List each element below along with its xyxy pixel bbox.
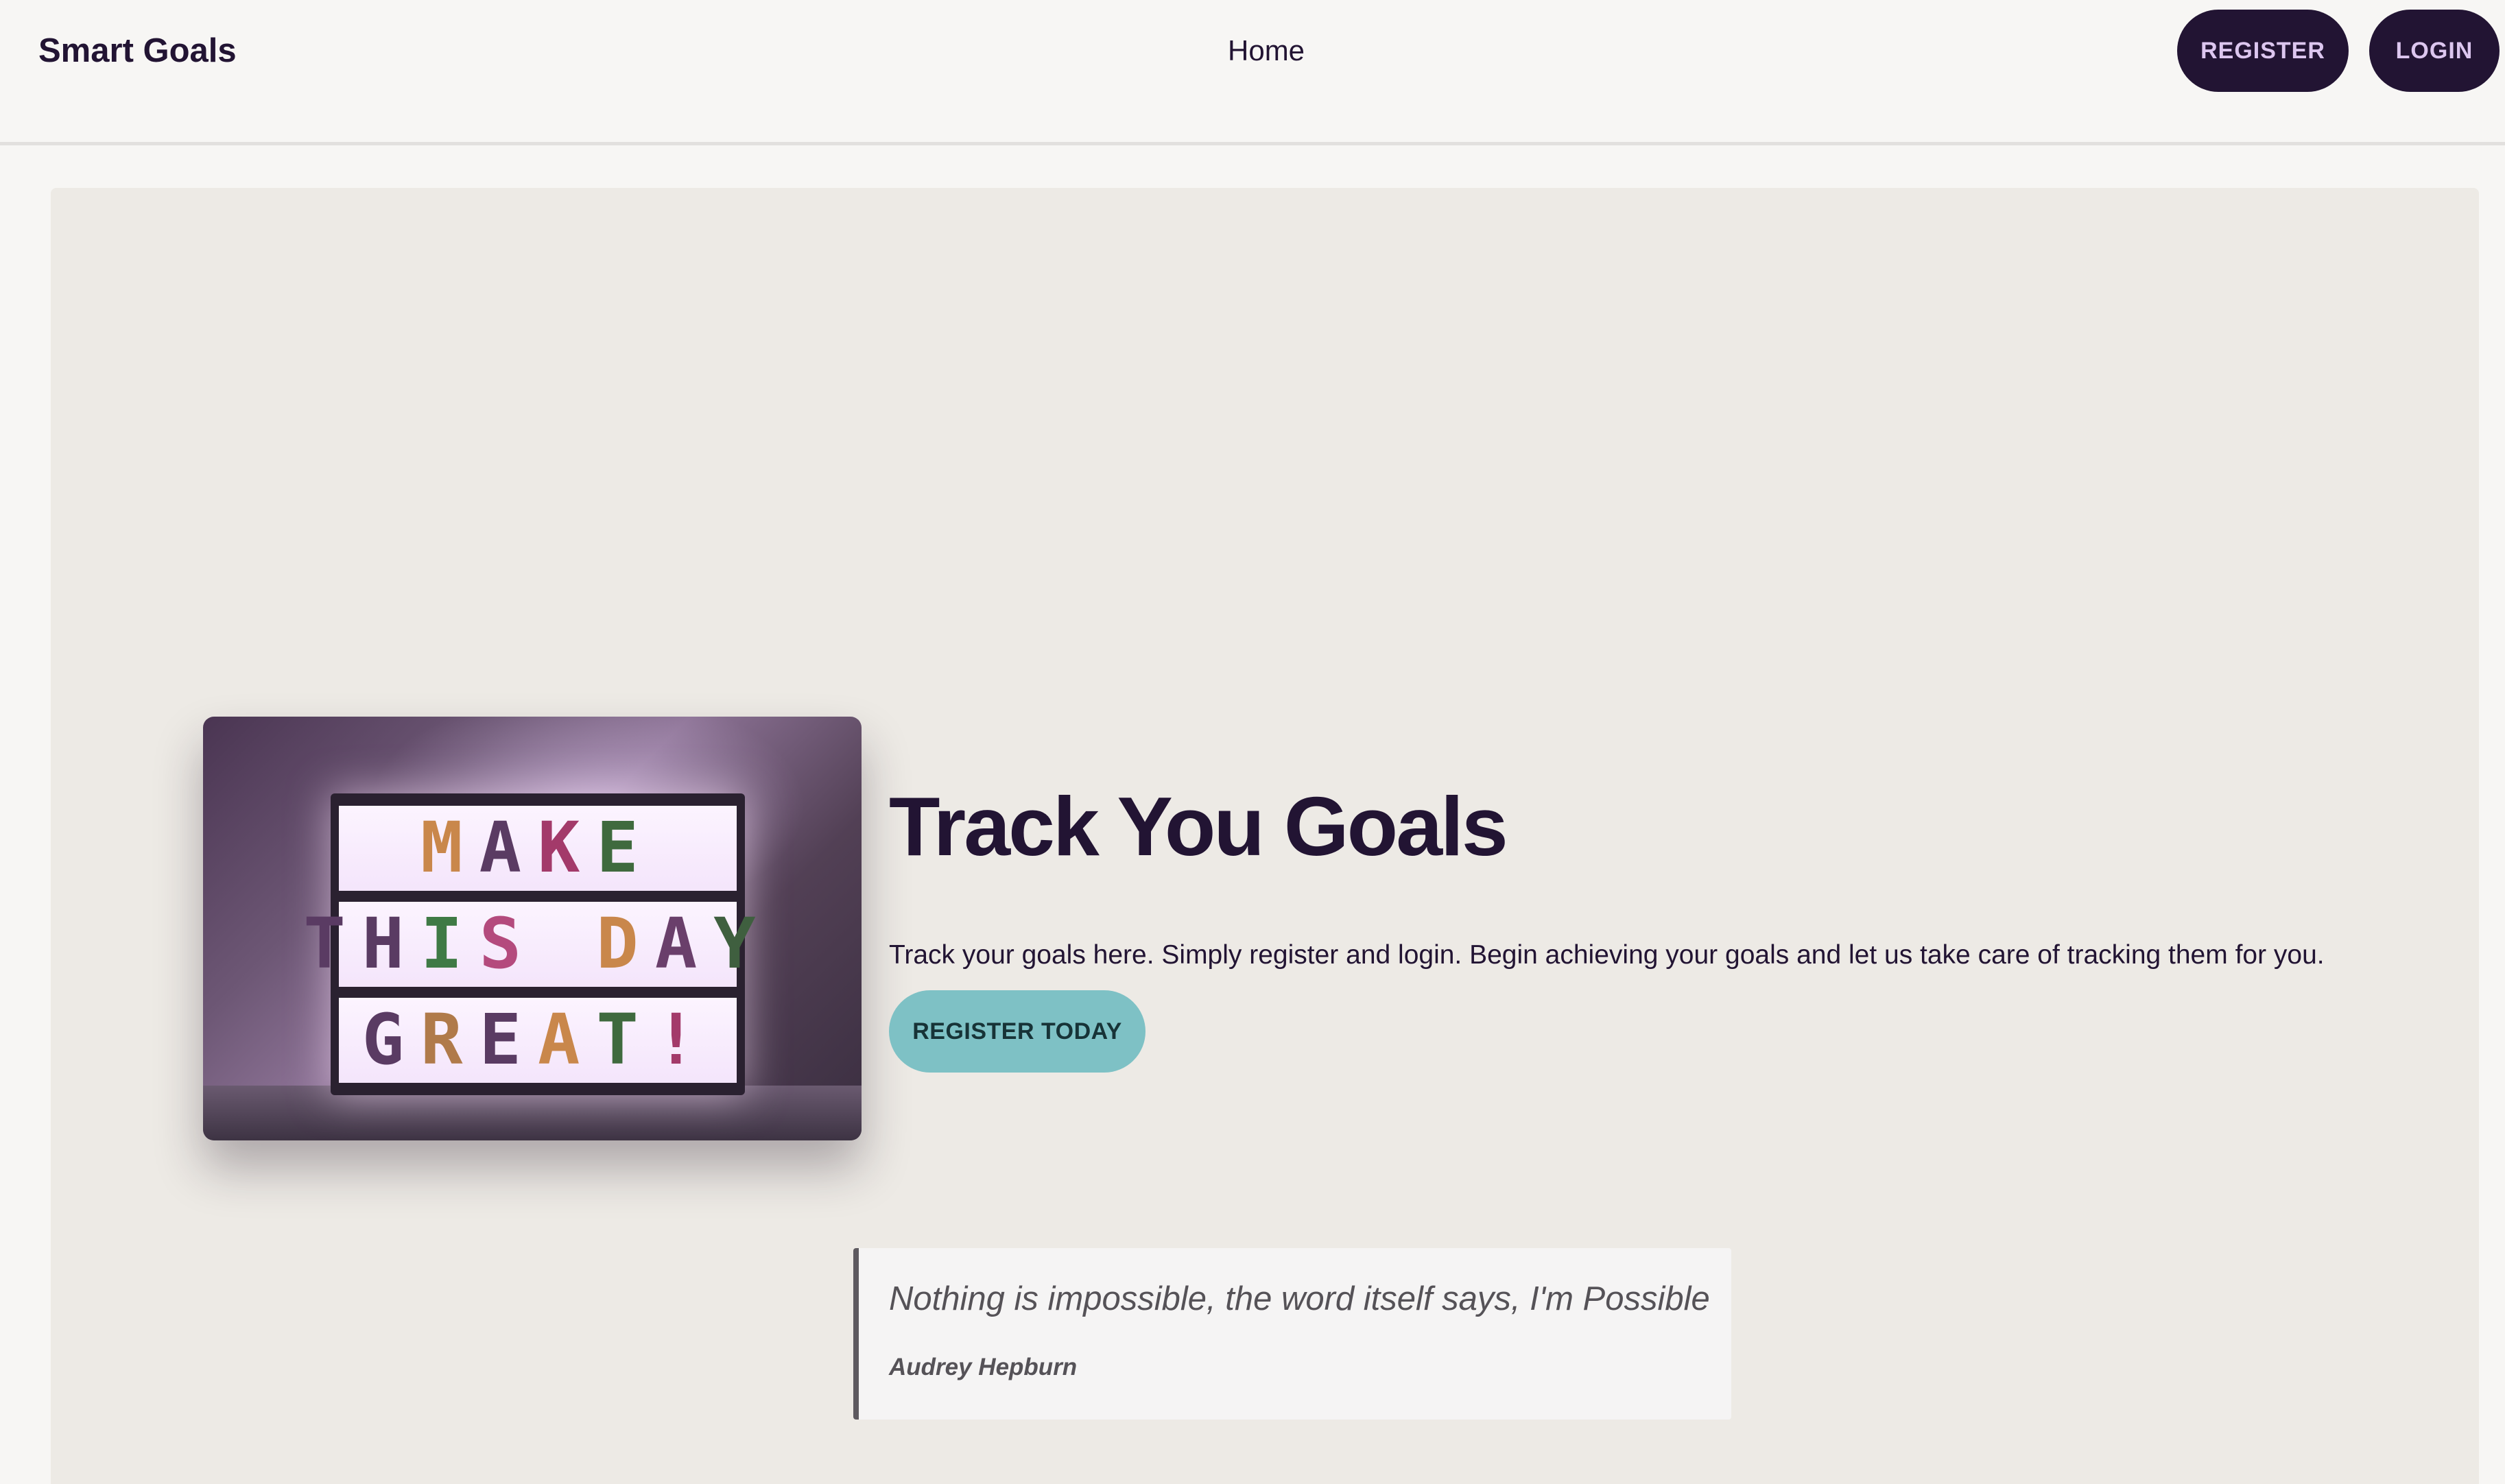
lightbox-letter: K [538, 807, 597, 889]
register-today-button[interactable]: REGISTER TODAY [889, 990, 1145, 1073]
lightbox-letter [538, 909, 596, 979]
login-button[interactable]: LOGIN [2369, 10, 2500, 92]
lightbox-letter: T [596, 999, 655, 1081]
lightbox-letter: A [538, 999, 597, 1081]
register-button[interactable]: REGISTER [2177, 10, 2349, 92]
lightbox-letter: S [479, 903, 538, 985]
hero-title: Track You Goals [889, 780, 1508, 873]
lightbox-row-1: MAKE [339, 806, 737, 891]
lightbox-letter: T [303, 903, 362, 985]
nav-home-link[interactable]: Home [1228, 30, 1305, 71]
lightbox-letter: Y [713, 903, 772, 985]
lightbox-sign: MAKE THIS DAY G R E A T! [303, 793, 756, 1095]
lightbox-letter: G [361, 999, 421, 1081]
hero-image: MAKE THIS DAY G R E A T! [203, 717, 862, 1140]
lightbox-letter: H [361, 903, 421, 985]
lightbox-letter: M [420, 807, 479, 889]
quote-author: Audrey Hepburn [889, 1354, 1078, 1380]
lightbox-letter: A [479, 807, 538, 889]
lightbox-letter: A [654, 903, 714, 985]
brand-logo[interactable]: Smart Goals [38, 29, 237, 73]
lightbox-letter: ! [654, 999, 714, 1081]
lightbox-letter: E [479, 999, 538, 1081]
lightbox-letter: D [596, 903, 655, 985]
lightbox-letter: I [420, 903, 479, 985]
lightbox-letter: E [596, 807, 655, 889]
quote-text: Nothing is impossible, the word itself s… [889, 1280, 1710, 1317]
lightbox-row-2: THIS DAY [303, 902, 756, 987]
quote-block: Nothing is impossible, the word itself s… [853, 1248, 1731, 1420]
hero-description: Track your goals here. Simply register a… [889, 940, 2325, 970]
navbar: Smart Goals Home REGISTER LOGIN [0, 0, 2505, 145]
lightbox-row-3: G R E A T! [339, 998, 737, 1083]
lightbox-letter: R [420, 999, 479, 1081]
